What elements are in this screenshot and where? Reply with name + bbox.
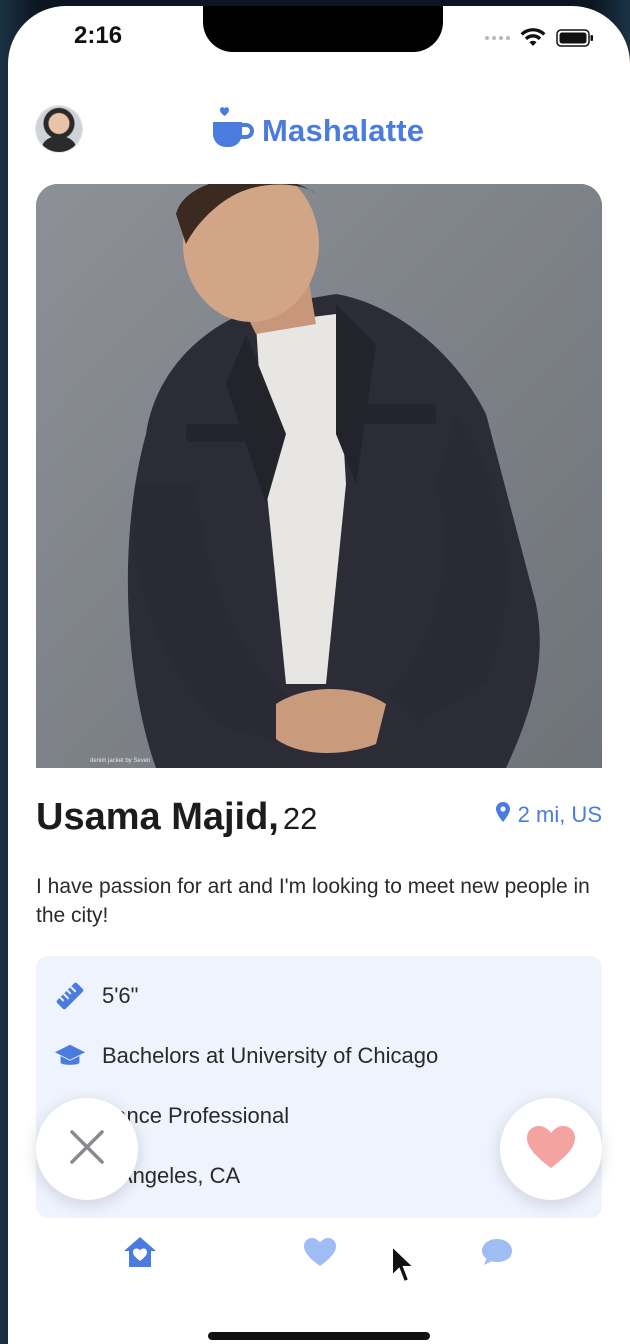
pass-button[interactable] — [36, 1098, 138, 1200]
profile-location: 2 mi, US — [495, 802, 602, 828]
tab-chat[interactable] — [477, 1234, 517, 1274]
detail-education: Bachelors at University of Chicago — [54, 1040, 438, 1072]
heart-icon — [303, 1237, 337, 1272]
detail-text: Bachelors at University of Chicago — [102, 1043, 439, 1068]
detail-text: 5'6" — [102, 983, 139, 1008]
heart-icon — [525, 1124, 577, 1175]
cellular-signal-icon — [485, 36, 510, 40]
home-indicator[interactable] — [208, 1332, 430, 1340]
graduation-cap-icon — [54, 1040, 86, 1072]
like-button[interactable] — [500, 1098, 602, 1200]
profile-bio: I have passion for art and I'm looking t… — [36, 875, 590, 927]
brand-name: Mashalatte — [262, 112, 425, 148]
bottom-tab-bar — [8, 1228, 630, 1288]
profile-name-row: Usama Majid, 22 2 mi, US — [36, 796, 602, 846]
coffee-cup-heart-icon — [210, 106, 256, 155]
status-icons — [485, 28, 594, 48]
chat-bubble-icon — [480, 1237, 514, 1272]
profile-photo[interactable]: denim jacket by Seven — [36, 184, 602, 768]
user-avatar[interactable] — [36, 106, 82, 152]
status-time: 2:16 — [74, 22, 123, 49]
location-pin-icon — [495, 802, 510, 828]
profile-age: 22 — [282, 801, 318, 836]
app-logo: Mashalatte — [210, 106, 424, 155]
close-icon — [69, 1129, 105, 1170]
tab-likes[interactable] — [300, 1234, 340, 1274]
profile-name: Usama Majid, — [36, 796, 279, 838]
ruler-icon — [54, 980, 86, 1012]
wifi-icon — [520, 28, 546, 48]
detail-height: 5'6" — [54, 980, 138, 1012]
phone-screen: 2:16 Mashalatte denim jacket by Seven Us… — [8, 6, 630, 1344]
photo-caption: denim jacket by Seven — [90, 758, 151, 764]
mouse-cursor-icon — [390, 1243, 418, 1291]
location-text: 2 mi, US — [517, 802, 602, 827]
home-heart-icon — [122, 1235, 158, 1274]
device-notch — [203, 6, 443, 52]
battery-icon — [556, 28, 594, 48]
tab-home[interactable] — [120, 1234, 160, 1274]
